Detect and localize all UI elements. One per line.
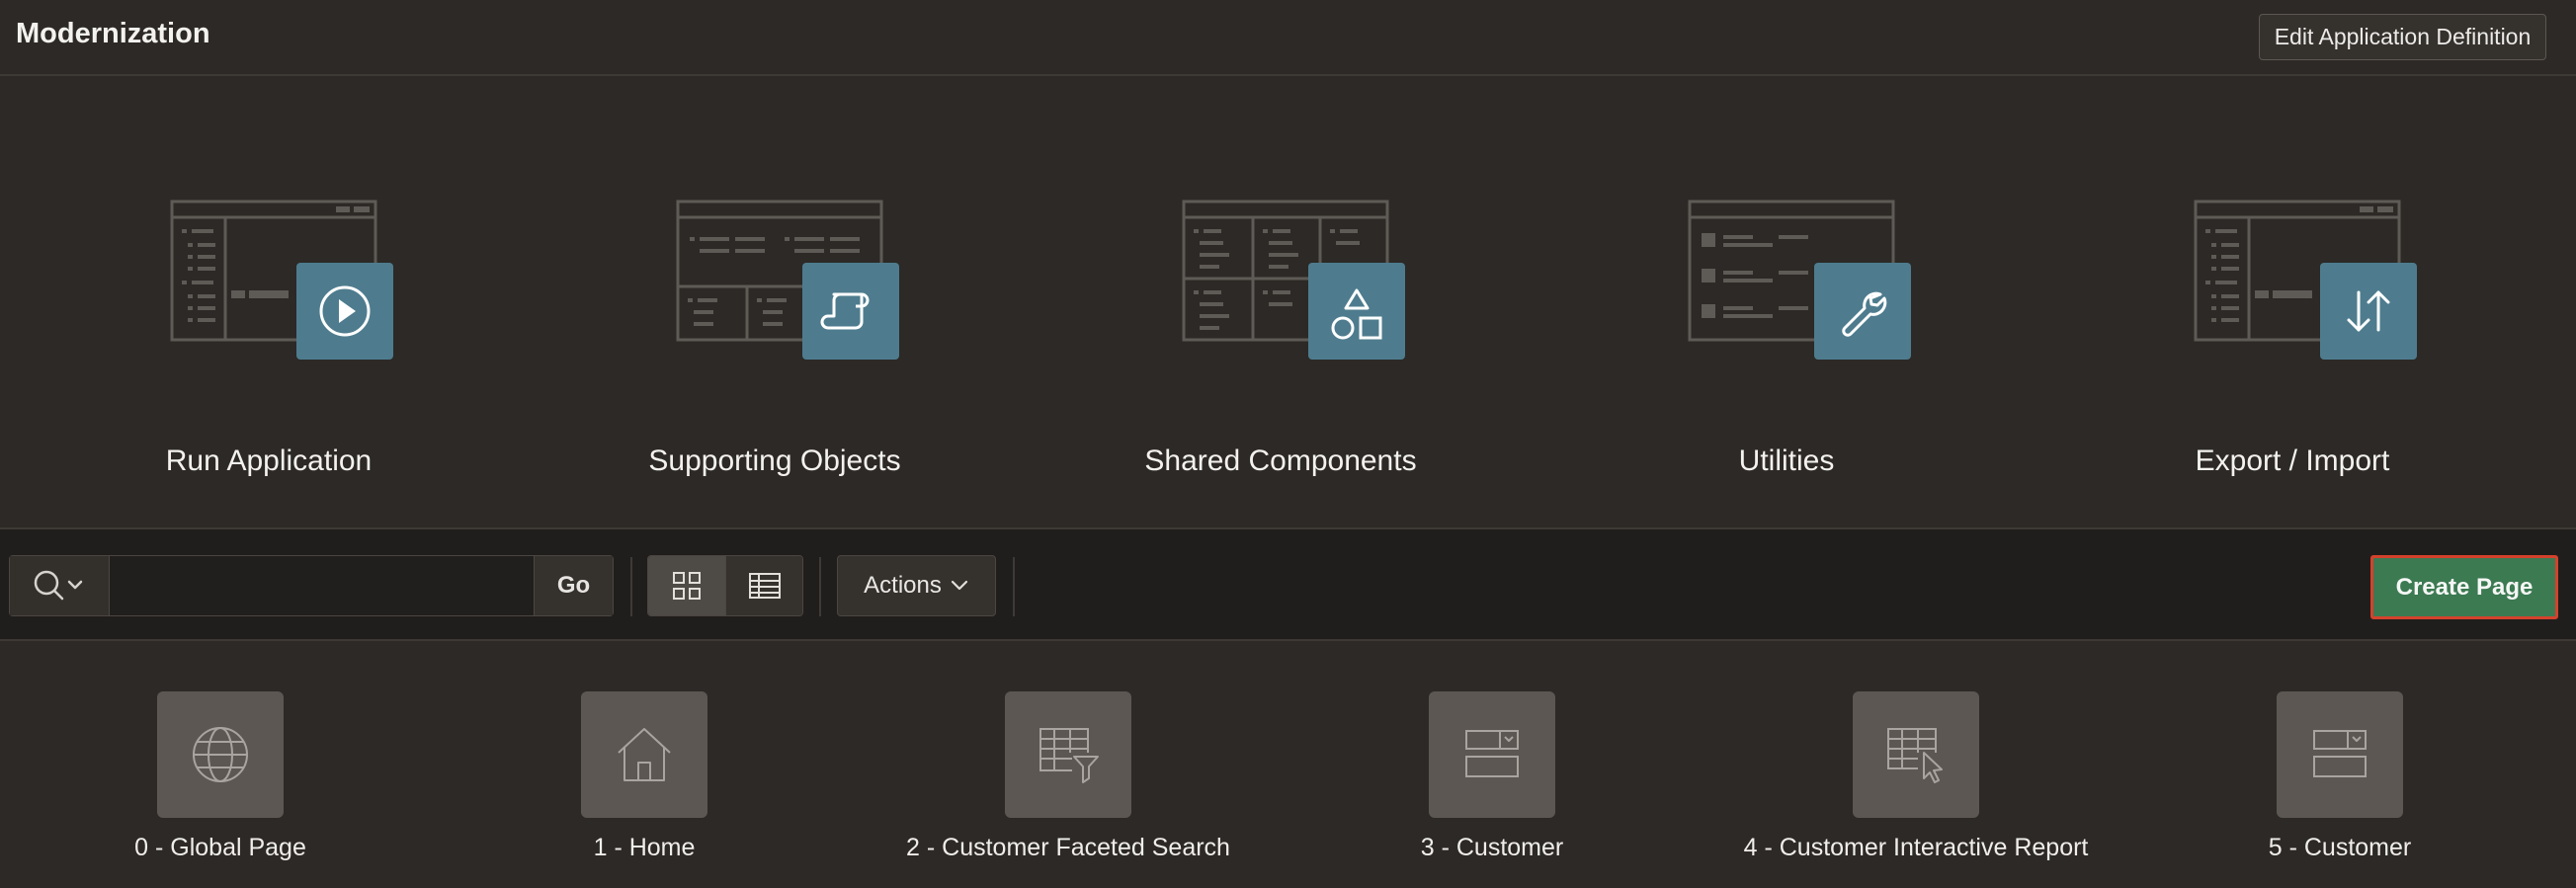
page-item-1[interactable]: 1 - Home bbox=[432, 691, 857, 869]
run-application-tile[interactable]: Run Application bbox=[71, 200, 466, 496]
interactive-report-icon bbox=[1887, 728, 1943, 783]
page-label: 4 - Customer Interactive Report bbox=[1743, 834, 2089, 861]
grid-view-button[interactable] bbox=[648, 556, 725, 615]
page-item-5[interactable]: 5 - Customer bbox=[2127, 691, 2552, 869]
page-icon-box bbox=[1429, 691, 1555, 818]
export-import-tile[interactable]: Export / Import bbox=[2095, 200, 2490, 496]
home-icon bbox=[618, 728, 671, 781]
tile-label: Export / Import bbox=[2195, 444, 2390, 477]
toolbar-divider bbox=[630, 557, 632, 616]
tile-label: Supporting Objects bbox=[648, 444, 901, 477]
page-icon-box bbox=[2277, 691, 2403, 818]
page-icon-box bbox=[1853, 691, 1979, 818]
page-label: 5 - Customer bbox=[2268, 834, 2412, 861]
faceted-search-icon bbox=[1039, 728, 1099, 783]
utilities-tile[interactable]: Utilities bbox=[1589, 200, 1984, 496]
table-icon bbox=[748, 573, 781, 599]
page-icon-box bbox=[157, 691, 284, 818]
export-import-illustration bbox=[2194, 200, 2417, 360]
run-application-illustration bbox=[170, 200, 393, 360]
form-icon bbox=[1465, 730, 1519, 777]
shared-components-illustration bbox=[1182, 200, 1405, 360]
toolbar-divider bbox=[1013, 557, 1015, 616]
list-view-button[interactable] bbox=[725, 556, 802, 615]
grid-icon bbox=[673, 572, 701, 600]
go-button[interactable]: Go bbox=[534, 556, 613, 615]
page-label: 3 - Customer bbox=[1420, 834, 1564, 861]
app-header: Modernization Edit Application Definitio… bbox=[0, 0, 2576, 76]
create-page-button[interactable]: Create Page bbox=[2370, 555, 2558, 619]
actions-label: Actions bbox=[864, 572, 942, 599]
application-tiles: Run Application Supporting Objects Share… bbox=[0, 76, 2576, 529]
search-group: Go bbox=[9, 555, 614, 616]
actions-menu-button[interactable]: Actions bbox=[837, 555, 996, 616]
view-toggle bbox=[647, 555, 803, 616]
search-input[interactable] bbox=[110, 556, 534, 615]
page-label: 2 - Customer Faceted Search bbox=[906, 834, 1230, 861]
page-item-3[interactable]: 3 - Customer bbox=[1280, 691, 1704, 869]
search-icon bbox=[34, 570, 83, 601]
page-item-2[interactable]: 2 - Customer Faceted Search bbox=[856, 691, 1281, 869]
utilities-illustration bbox=[1688, 200, 1911, 360]
supporting-objects-tile[interactable]: Supporting Objects bbox=[577, 200, 972, 496]
search-scope-button[interactable] bbox=[10, 556, 110, 615]
page-icon-box bbox=[581, 691, 707, 818]
page-item-0[interactable]: 0 - Global Page bbox=[8, 691, 433, 869]
page-icon-box bbox=[1005, 691, 1131, 818]
page-item-4[interactable]: 4 - Customer Interactive Report bbox=[1703, 691, 2128, 869]
tile-label: Shared Components bbox=[1144, 444, 1417, 477]
supporting-objects-illustration bbox=[676, 200, 899, 360]
chevron-down-icon bbox=[951, 580, 967, 591]
page-label: 1 - Home bbox=[593, 834, 696, 861]
form-icon bbox=[2313, 730, 2367, 777]
tile-label: Utilities bbox=[1738, 444, 1835, 477]
toolbar-divider bbox=[819, 557, 821, 616]
tile-label: Run Application bbox=[165, 444, 373, 477]
shared-components-tile[interactable]: Shared Components bbox=[1083, 200, 1478, 496]
page-title: Modernization bbox=[16, 18, 210, 49]
edit-application-definition-button[interactable]: Edit Application Definition bbox=[2259, 14, 2546, 60]
page-label: 0 - Global Page bbox=[134, 834, 306, 861]
page-toolbar: Go Actions Create Page bbox=[0, 529, 2576, 641]
globe-icon bbox=[193, 727, 248, 782]
